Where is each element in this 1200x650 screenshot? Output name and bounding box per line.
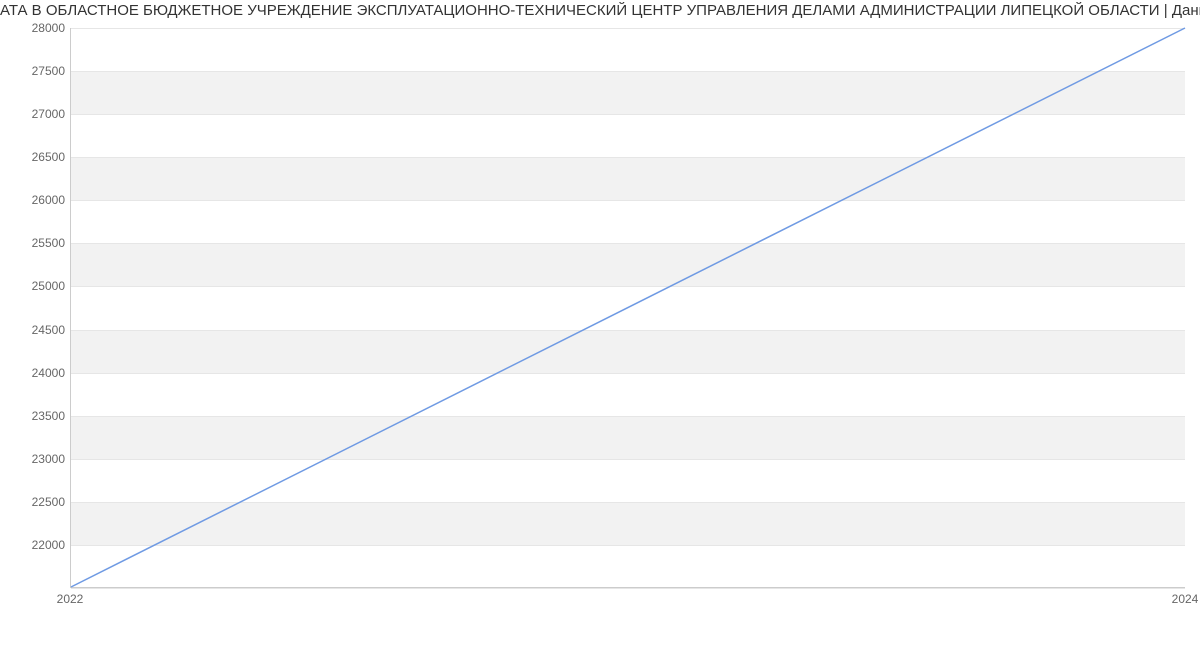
line-series — [71, 28, 1185, 587]
x-tick-label: 2024 — [1172, 592, 1199, 606]
y-tick-label: 24000 — [5, 366, 65, 380]
y-tick-label: 28000 — [5, 21, 65, 35]
plot-area — [70, 28, 1185, 588]
y-gridline — [71, 588, 1185, 589]
y-tick-label: 25500 — [5, 236, 65, 250]
y-tick-label: 22500 — [5, 495, 65, 509]
y-tick-label: 27500 — [5, 64, 65, 78]
y-tick-label: 23000 — [5, 452, 65, 466]
y-tick-label: 25000 — [5, 279, 65, 293]
chart-title: АТА В ОБЛАСТНОЕ БЮДЖЕТНОЕ УЧРЕЖДЕНИЕ ЭКС… — [0, 2, 1200, 19]
y-tick-label: 22000 — [5, 538, 65, 552]
y-tick-label: 27000 — [5, 107, 65, 121]
y-tick-label: 26500 — [5, 150, 65, 164]
y-tick-label: 26000 — [5, 193, 65, 207]
y-tick-label: 24500 — [5, 323, 65, 337]
x-tick-label: 2022 — [57, 592, 84, 606]
y-tick-label: 23500 — [5, 409, 65, 423]
